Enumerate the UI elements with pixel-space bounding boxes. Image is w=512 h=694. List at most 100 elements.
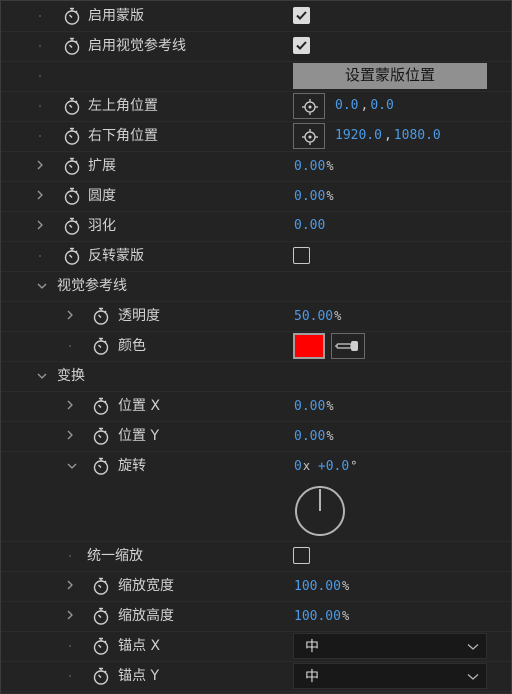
stopwatch-icon[interactable]	[63, 187, 81, 205]
row-feather: 羽化 0.00	[1, 211, 511, 242]
bullet-dot	[33, 1, 47, 31]
stopwatch-icon[interactable]	[63, 37, 81, 55]
value-unit: %	[326, 159, 334, 173]
rotation-degrees[interactable]: +0.0	[318, 459, 349, 474]
top-left-value[interactable]: 0.0, 0.0	[335, 91, 394, 121]
top-left-x[interactable]: 0.0	[335, 98, 358, 113]
chevron-right-icon[interactable]	[63, 571, 77, 601]
chevron-down-icon[interactable]	[35, 271, 49, 301]
row-set-mask-position: 设置蒙版位置	[1, 61, 511, 92]
value-number[interactable]: 0.00	[294, 429, 325, 444]
bottom-right-y[interactable]: 1080.0	[394, 128, 441, 143]
chevron-right-icon[interactable]	[63, 301, 77, 331]
value-number[interactable]: 100.00	[294, 609, 341, 624]
stopwatch-icon[interactable]	[63, 97, 81, 115]
property-label: 右下角位置	[88, 128, 158, 144]
crosshair-icon[interactable]	[293, 93, 325, 119]
scale-width-value[interactable]: 100.00%	[294, 571, 349, 602]
bullet-dot	[33, 91, 47, 121]
property-label: 缩放宽度	[118, 578, 174, 594]
color-swatch[interactable]	[293, 333, 325, 359]
row-opacity: 透明度 50.00%	[1, 301, 511, 332]
bullet-dot	[33, 61, 47, 91]
anchor-x-select[interactable]: 中	[293, 633, 487, 659]
rotation-value[interactable]: 0x +0.0°	[294, 451, 357, 482]
value-unit: %	[334, 309, 342, 323]
property-label: 透明度	[118, 308, 160, 324]
opacity-value[interactable]: 50.00%	[294, 301, 341, 332]
position-y-value[interactable]: 0.00%	[294, 421, 334, 452]
rotation-degrees-unit: °	[350, 459, 358, 473]
rotation-turns[interactable]: 0	[294, 459, 302, 474]
position-x-value[interactable]: 0.00%	[294, 391, 334, 422]
set-mask-position-button[interactable]: 设置蒙版位置	[293, 63, 487, 89]
chevron-right-icon[interactable]	[63, 391, 77, 421]
bullet-dot	[33, 31, 47, 61]
row-invert-mask: 反转蒙版	[1, 241, 511, 272]
anchor-y-select[interactable]: 中	[293, 663, 487, 689]
property-label: 锚点 X	[118, 638, 161, 654]
value-number[interactable]: 0.00	[294, 159, 325, 174]
property-label: 启用蒙版	[88, 8, 144, 24]
chevron-right-icon[interactable]	[33, 181, 47, 211]
bullet-dot	[63, 661, 77, 691]
stopwatch-icon[interactable]	[92, 637, 110, 655]
roundness-value[interactable]: 0.00%	[294, 181, 334, 212]
eyedropper-icon[interactable]	[331, 333, 365, 359]
stopwatch-icon[interactable]	[92, 307, 110, 325]
bottom-right-value[interactable]: 1920.0, 1080.0	[335, 121, 441, 151]
chevron-down-icon[interactable]	[35, 361, 49, 391]
group-label: 变换	[57, 368, 85, 384]
group-transform[interactable]: 变换	[1, 361, 511, 392]
chevron-right-icon[interactable]	[33, 151, 47, 181]
effect-controls-panel: 启用蒙版 启用视觉参考线 设置蒙版位置 左上角位置 0.0, 0.0 右下角位置 …	[0, 0, 512, 694]
rotation-dial[interactable]	[294, 485, 346, 537]
chevron-right-icon[interactable]	[63, 601, 77, 631]
property-label: 反转蒙版	[88, 248, 144, 264]
value-number[interactable]: 100.00	[294, 579, 341, 594]
group-visual-guide[interactable]: 视觉参考线	[1, 271, 511, 302]
uniform-scale-checkbox[interactable]	[293, 547, 310, 564]
property-label: 缩放高度	[118, 608, 174, 624]
property-label: 位置 X	[118, 398, 161, 414]
value-unit: %	[326, 189, 334, 203]
row-position-y: 位置 Y 0.00%	[1, 421, 511, 452]
value-number[interactable]: 0.00	[294, 189, 325, 204]
stopwatch-icon[interactable]	[63, 127, 81, 145]
top-left-y[interactable]: 0.0	[370, 98, 393, 113]
stopwatch-icon[interactable]	[92, 337, 110, 355]
stopwatch-icon[interactable]	[63, 217, 81, 235]
expand-value[interactable]: 0.00%	[294, 151, 334, 182]
value-unit: %	[326, 399, 334, 413]
stopwatch-icon[interactable]	[92, 577, 110, 595]
chevron-right-icon[interactable]	[63, 421, 77, 451]
stopwatch-icon[interactable]	[92, 667, 110, 685]
feather-value[interactable]: 0.00	[294, 211, 325, 241]
invert-mask-checkbox[interactable]	[293, 247, 310, 264]
bullet-dot	[63, 541, 77, 571]
stopwatch-icon[interactable]	[92, 397, 110, 415]
stopwatch-icon[interactable]	[92, 427, 110, 445]
crosshair-icon[interactable]	[293, 123, 325, 149]
chevron-down-icon	[467, 644, 479, 650]
row-anchor-x: 锚点 X 中	[1, 631, 511, 662]
bullet-dot	[63, 331, 77, 361]
chevron-right-icon[interactable]	[33, 211, 47, 241]
enable-visual-guide-checkbox[interactable]	[293, 37, 310, 54]
stopwatch-icon[interactable]	[63, 157, 81, 175]
value-number[interactable]: 0.00	[294, 399, 325, 414]
stopwatch-icon[interactable]	[63, 247, 81, 265]
chevron-down-icon[interactable]	[65, 451, 79, 481]
property-label: 锚点 Y	[118, 668, 160, 684]
row-top-left-position: 左上角位置 0.0, 0.0	[1, 91, 511, 122]
stopwatch-icon[interactable]	[63, 7, 81, 25]
property-label: 位置 Y	[118, 428, 160, 444]
stopwatch-icon[interactable]	[92, 457, 110, 475]
stopwatch-icon[interactable]	[92, 607, 110, 625]
bottom-right-x[interactable]: 1920.0	[335, 128, 382, 143]
value-number[interactable]: 50.00	[294, 309, 333, 324]
scale-height-value[interactable]: 100.00%	[294, 601, 349, 632]
enable-mask-checkbox[interactable]	[293, 7, 310, 24]
chevron-down-icon	[467, 674, 479, 680]
rotation-turns-unit: x	[302, 459, 311, 473]
